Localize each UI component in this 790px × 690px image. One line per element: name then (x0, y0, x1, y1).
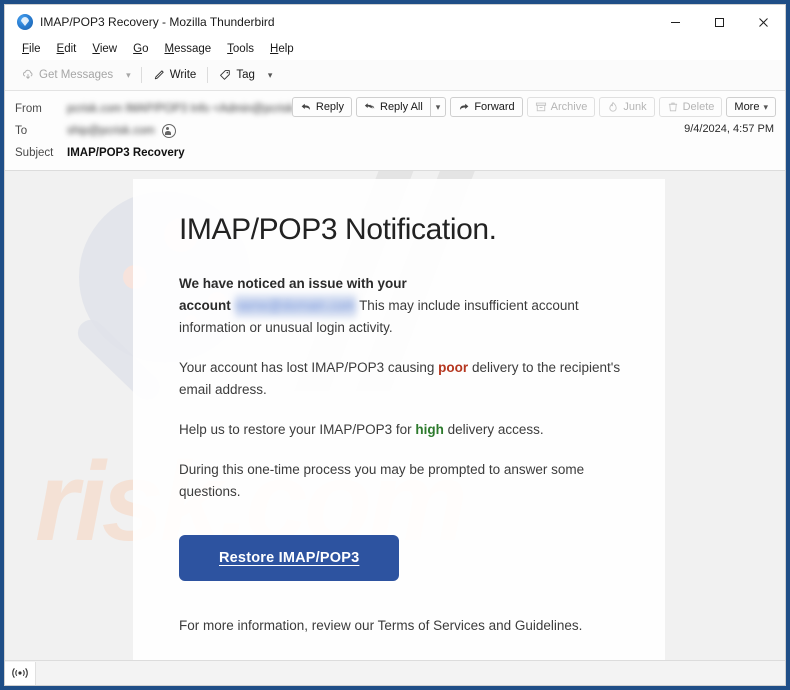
email-content: IMAP/POP3 Notification. We have noticed … (133, 179, 665, 660)
connection-signal-icon[interactable] (5, 661, 36, 685)
contact-person-icon[interactable] (161, 124, 176, 138)
email-heading: IMAP/POP3 Notification. (179, 213, 497, 246)
menu-item-message[interactable]: Message (156, 39, 219, 60)
email-paragraph-2: Your account has lost IMAP/POP3 causing … (179, 357, 621, 401)
get-messages-label: Get Messages (39, 69, 114, 81)
toolbar-divider (140, 67, 142, 83)
email-p1-bold-a: We have noticed an issue with your (179, 276, 407, 291)
reply-label: Reply (315, 101, 344, 113)
restore-imap-pop3-button[interactable]: Restore IMAP/POP3 (179, 535, 400, 582)
email-p1-bold-b: account (179, 298, 231, 313)
more-button[interactable]: More ▾ (726, 97, 776, 117)
chevron-down-icon: ▾ (763, 101, 768, 112)
email-content-sheet: IMAP/POP3 Notification. We have noticed … (133, 179, 665, 660)
to-row: To ship@pcrisk.com (5, 120, 785, 142)
email-paragraph-1: We have noticed an issue with your accou… (179, 273, 621, 339)
from-label: From (15, 103, 42, 115)
download-cloud-icon (22, 69, 34, 81)
forward-label: Forward (474, 101, 515, 113)
thunderbird-window: IMAP/POP3 Recovery - Mozilla Thunderbird… (4, 4, 786, 686)
thunderbird-logo-icon (17, 14, 33, 30)
email-paragraph-3: Help us to restore your IMAP/POP3 for hi… (179, 419, 621, 441)
title-bar: IMAP/POP3 Recovery - Mozilla Thunderbird (5, 5, 785, 39)
get-messages-chevron-down-icon[interactable]: ▾ (120, 67, 137, 84)
tag-icon (219, 69, 231, 81)
email-high-word: high (415, 422, 444, 438)
to-label: To (15, 125, 28, 137)
more-label: More (734, 101, 760, 113)
reply-arrow-icon (300, 101, 312, 113)
menu-bar: File Edit View Go Message Tools Help (5, 39, 785, 60)
reply-all-arrow-icon (364, 101, 376, 113)
reply-all-label: Reply All (380, 101, 423, 113)
delete-label: Delete (682, 101, 715, 113)
reply-all-chevron-down-icon[interactable]: ▾ (429, 97, 447, 117)
menu-item-file[interactable]: File (14, 39, 49, 60)
menu-item-go[interactable]: Go (125, 39, 156, 60)
email-p3-b: delivery access. (447, 422, 544, 438)
junk-button[interactable]: Junk (599, 97, 655, 117)
subject-label: Subject (15, 147, 54, 159)
archive-button[interactable]: Archive (526, 97, 596, 117)
reply-button[interactable]: Reply (291, 97, 352, 117)
archive-box-icon (535, 101, 547, 113)
menu-item-tools[interactable]: Tools (219, 39, 262, 60)
tag-chevron-down-icon[interactable]: ▾ (262, 67, 279, 84)
write-button[interactable]: Write (146, 66, 204, 84)
from-value[interactable]: pcrisk.com IMAP/POP3 Info <Admin@pcrisk.… (67, 103, 325, 115)
maximize-icon[interactable] (697, 5, 741, 39)
to-value[interactable]: ship@pcrisk.com (67, 125, 155, 137)
reply-all-button[interactable]: Reply All (356, 97, 430, 117)
email-blurred-address: name@domain.com (234, 295, 356, 318)
delete-button[interactable]: Delete (658, 97, 723, 117)
trash-icon (667, 101, 679, 113)
email-footer-text: For more information, review our Terms o… (179, 618, 583, 634)
get-messages-button[interactable]: Get Messages (15, 66, 120, 84)
forward-button[interactable]: Forward (450, 97, 523, 117)
chevron-down-glyph: ▾ (435, 101, 441, 112)
junk-flame-icon (607, 101, 619, 113)
tag-button[interactable]: Tag (212, 66, 262, 84)
menu-item-view[interactable]: View (84, 39, 125, 60)
subject-row: Subject IMAP/POP3 Recovery (5, 142, 785, 164)
message-date: 9/4/2024, 4:57 PM (684, 123, 774, 135)
toolbar-divider-2 (207, 67, 209, 83)
junk-label: Junk (623, 101, 647, 113)
close-icon[interactable] (741, 5, 785, 39)
pencil-icon (153, 69, 165, 81)
menu-item-edit[interactable]: Edit (49, 39, 85, 60)
status-bar (5, 660, 785, 685)
message-body-pane: // risk.com IMAP/POP3 Notification. We h… (5, 171, 785, 660)
email-paragraph-4: During this one-time process you may be … (179, 462, 585, 500)
window-controls (653, 5, 785, 39)
menu-item-help[interactable]: Help (262, 39, 302, 60)
message-action-buttons: Reply Reply All ▾ Forward Archive Junk D… (288, 97, 776, 117)
message-header: From pcrisk.com IMAP/POP3 Info <Admin@pc… (5, 91, 785, 171)
archive-label: Archive (550, 101, 588, 113)
window-title: IMAP/POP3 Recovery - Mozilla Thunderbird (40, 15, 275, 29)
write-label: Write (169, 69, 197, 81)
subject-value: IMAP/POP3 Recovery (67, 147, 185, 159)
forward-arrow-icon (458, 101, 470, 113)
tag-label: Tag (236, 69, 255, 81)
email-p3-a: Help us to restore your IMAP/POP3 for (179, 422, 412, 438)
email-p2-a: Your account has lost IMAP/POP3 causing (179, 360, 435, 376)
email-poor-word: poor (438, 360, 469, 376)
minimize-icon[interactable] (653, 5, 697, 39)
main-toolbar: Get Messages ▾ Write Tag ▾ (5, 60, 785, 91)
